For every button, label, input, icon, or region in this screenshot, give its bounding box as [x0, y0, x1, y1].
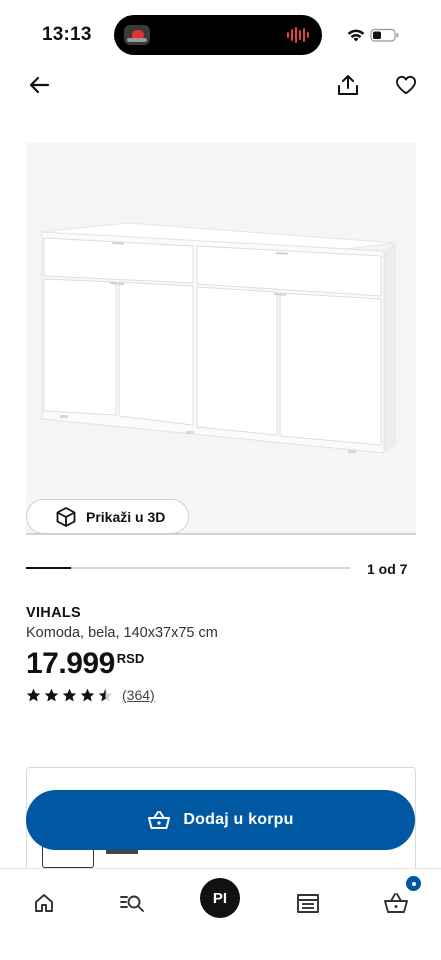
product-name: VIHALS — [26, 605, 81, 621]
cart-badge — [404, 874, 423, 893]
sideboard-illustration — [26, 222, 416, 535]
image-pager-progress — [26, 567, 72, 569]
nav-home[interactable] — [22, 881, 66, 925]
wifi-icon — [347, 29, 365, 42]
dynamic-island[interactable] — [114, 15, 322, 55]
share-button[interactable] — [333, 70, 363, 100]
view-in-3d-button[interactable]: Prikaži u 3D — [26, 499, 189, 534]
star-icon — [98, 688, 113, 701]
product-image[interactable] — [26, 143, 416, 535]
price-currency: RSD — [116, 651, 145, 666]
profile-avatar[interactable]: PI — [200, 878, 240, 918]
share-icon — [338, 75, 358, 95]
star-icon — [44, 688, 59, 701]
cart-icon — [384, 893, 408, 913]
heart-icon — [395, 75, 416, 95]
image-pager-label: 1 od 7 — [367, 561, 408, 577]
store-icon — [297, 894, 319, 913]
back-arrow-icon — [29, 76, 50, 94]
product-price: 17.999 RSD — [26, 647, 144, 681]
battery-icon — [370, 28, 399, 42]
review-count-link[interactable]: (364) — [122, 687, 155, 703]
clock: 13:13 — [42, 24, 92, 45]
audio-wave-icon — [287, 27, 309, 43]
add-to-cart-label: Dodaj u korpu — [183, 811, 294, 828]
home-icon — [35, 894, 53, 912]
status-bar: 13:13 — [0, 0, 441, 72]
view-in-3d-label: Prikaži u 3D — [86, 508, 166, 525]
star-icon — [62, 688, 77, 701]
cube-icon — [56, 506, 76, 527]
price-value: 17.999 — [26, 647, 115, 680]
star-icon — [26, 688, 41, 701]
bottom-navigation: PI — [0, 868, 441, 960]
add-to-cart-button[interactable]: Dodaj u korpu — [26, 790, 415, 850]
top-app-bar — [0, 70, 441, 104]
nav-stores[interactable] — [286, 881, 330, 925]
product-rating[interactable]: (364) — [26, 687, 155, 703]
image-pager-track — [26, 567, 350, 569]
favorite-button[interactable] — [391, 70, 421, 100]
basket-icon — [148, 811, 171, 829]
music-app-icon — [124, 25, 150, 45]
star-icon — [80, 688, 95, 701]
search-icon — [120, 895, 144, 912]
product-description: Komoda, bela, 140x37x75 cm — [26, 625, 218, 641]
nav-search[interactable] — [110, 881, 154, 925]
back-button[interactable] — [24, 70, 54, 100]
